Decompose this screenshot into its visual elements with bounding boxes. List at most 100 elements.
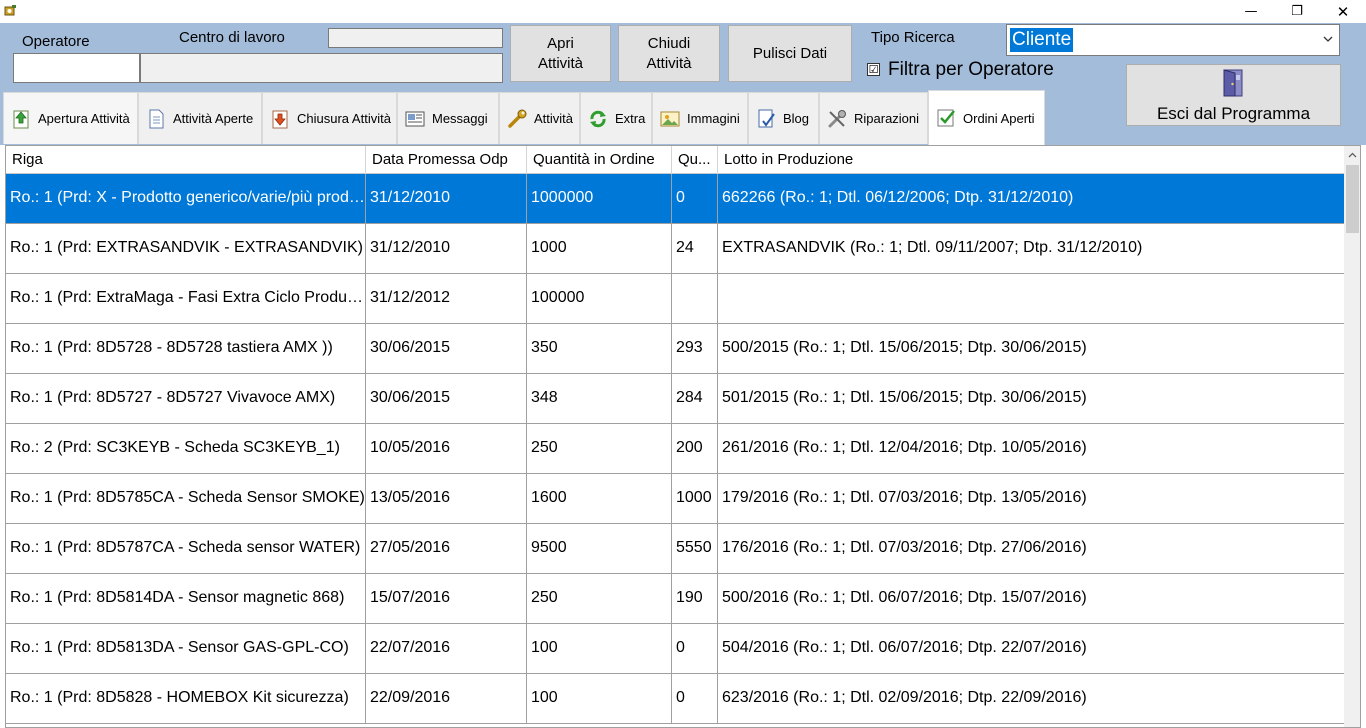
cell-lotto: 179/2016 (Ro.: 1; Dtl. 07/03/2016; Dtp. … [722, 489, 1087, 506]
apri-line1: Apri [547, 34, 574, 52]
column-header-riga[interactable]: Riga [6, 146, 366, 174]
table-row[interactable]: Ro.: 1 (Prd: ExtraMaga - Fasi Extra Cicl… [6, 274, 1344, 324]
table-row[interactable]: Ro.: 1 (Prd: 8D5728 - 8D5728 tastiera AM… [6, 324, 1344, 374]
cell-quantita: 0 [672, 674, 718, 724]
tab-attivita[interactable]: Attività [499, 92, 580, 144]
cell-lotto: 504/2016 (Ro.: 1; Dtl. 06/07/2016; Dtp. … [722, 639, 1087, 656]
cell-quantita-ordine: 100 [527, 624, 672, 674]
cell-data: 30/06/2015 [366, 324, 527, 374]
table-row[interactable]: Ro.: 1 (Prd: 8D5814DA - Sensor magnetic … [6, 574, 1344, 624]
tab-attivita-aperte[interactable]: Attività Aperte [138, 92, 262, 144]
grid-body: Ro.: 1 (Prd: X - Prodotto generico/varie… [6, 174, 1344, 724]
message-icon [405, 111, 425, 126]
cell-quantita-ordine: 9500 [527, 524, 672, 574]
chiudi-attivita-button[interactable]: Chiudi Attività [618, 25, 720, 82]
table-row[interactable]: Ro.: 1 (Prd: 8D5813DA - Sensor GAS-GPL-C… [6, 624, 1344, 674]
centro-label: Centro di lavoro [179, 29, 285, 46]
chiudi-line2: Attività [646, 54, 692, 72]
scroll-up-button[interactable] [1344, 146, 1360, 163]
tab-apertura-attivita[interactable]: Apertura Attività [3, 92, 138, 144]
tab-label: Extra [615, 111, 646, 126]
exit-program-button[interactable]: Esci dal Programma [1126, 64, 1341, 126]
tab-label: Immagini [687, 111, 740, 126]
cell-riga: Ro.: 1 (Prd: 8D5813DA - Sensor GAS-GPL-C… [6, 624, 366, 674]
cell-quantita: 190 [672, 574, 718, 624]
tab-label: Riparazioni [854, 111, 920, 126]
cell-quantita-ordine: 1000 [527, 224, 672, 274]
cell-riga: Ro.: 1 (Prd: 8D5787CA - Scheda sensor WA… [6, 524, 366, 574]
table-row[interactable]: Ro.: 1 (Prd: 8D5727 - 8D5727 Vivavoce AM… [6, 374, 1344, 424]
document-icon [149, 109, 164, 128]
tab-messaggi[interactable]: Messaggi [397, 92, 499, 144]
apri-line2: Attività [537, 54, 583, 72]
cell-riga: Ro.: 1 (Prd: ExtraMaga - Fasi Extra Cicl… [6, 274, 366, 324]
vertical-scrollbar[interactable] [1344, 146, 1360, 727]
cell-lotto: 501/2015 (Ro.: 1; Dtl. 15/06/2015; Dtp. … [722, 389, 1087, 406]
scrollbar-thumb[interactable] [1346, 165, 1359, 233]
cell-quantita: 5550 [672, 524, 718, 574]
table-row[interactable]: Ro.: 1 (Prd: 8D5787CA - Scheda sensor WA… [6, 524, 1344, 574]
cell-data: 10/05/2016 [366, 424, 527, 474]
pulisci-dati-button[interactable]: Pulisci Dati [728, 25, 852, 82]
column-header-quantita[interactable]: Qu... [672, 146, 718, 174]
table-row[interactable]: Ro.: 1 (Prd: 8D5785CA - Scheda Sensor SM… [6, 474, 1344, 524]
cell-lotto: 623/2016 (Ro.: 1; Dtl. 02/09/2016; Dtp. … [722, 689, 1087, 706]
cell-lotto: EXTRASANDVIK (Ro.: 1; Dtl. 09/11/2007; D… [722, 239, 1143, 256]
tab-label: Messaggi [432, 111, 488, 126]
tab-chiusura-attivita[interactable]: Chiusura Attività [262, 92, 397, 144]
exit-door-icon [1223, 69, 1243, 97]
cell-data: 31/12/2012 [366, 274, 527, 324]
minimize-button[interactable]: — [1228, 0, 1274, 23]
close-button[interactable]: ✕ [1320, 0, 1366, 23]
cell-lotto: 500/2015 (Ro.: 1; Dtl. 15/06/2015; Dtp. … [722, 339, 1087, 356]
cell-data: 22/07/2016 [366, 624, 527, 674]
cell-quantita: 1000 [672, 474, 718, 524]
tools-icon [828, 109, 846, 127]
tipo-ricerca-label: Tipo Ricerca [871, 29, 955, 46]
exit-program-label: Esci dal Programma [1156, 104, 1311, 123]
tab-blog[interactable]: Blog [748, 92, 819, 144]
cell-data: 30/06/2015 [366, 374, 527, 424]
table-row[interactable]: Ro.: 2 (Prd: SC3KEYB - Scheda SC3KEYB_1)… [6, 424, 1344, 474]
chevron-up-icon [1348, 152, 1357, 157]
app-icon [4, 5, 16, 16]
maximize-button[interactable]: ❐ [1274, 0, 1320, 23]
cell-quantita: 24 [672, 224, 718, 274]
cell-lotto [718, 274, 1344, 324]
apri-attivita-button[interactable]: Apri Attività [510, 25, 611, 82]
ordini-aperti-grid[interactable]: Riga Data Promessa Odp Quantità in Ordin… [5, 145, 1361, 728]
tab-immagini[interactable]: Immagini [652, 92, 748, 144]
chevron-down-icon [1323, 36, 1333, 42]
cell-riga: Ro.: 1 (Prd: 8D5828 - HOMEBOX Kit sicure… [6, 674, 366, 724]
operatore-input[interactable] [13, 53, 140, 83]
cell-quantita-ordine: 100 [527, 674, 672, 724]
table-row[interactable]: Ro.: 1 (Prd: 8D5828 - HOMEBOX Kit sicure… [6, 674, 1344, 724]
centro-code-input[interactable] [328, 28, 503, 48]
table-row[interactable]: Ro.: 1 (Prd: EXTRASANDVIK - EXTRASANDVIK… [6, 224, 1344, 274]
cell-quantita: 293 [672, 324, 718, 374]
operatore-label: Operatore [22, 33, 90, 50]
cell-lotto: 500/2016 (Ro.: 1; Dtl. 06/07/2016; Dtp. … [722, 589, 1087, 606]
cell-data: 15/07/2016 [366, 574, 527, 624]
centro-description-input[interactable] [140, 53, 503, 83]
tab-extra[interactable]: Extra [580, 92, 652, 144]
tab-ordini-aperti[interactable]: Ordini Aperti [928, 90, 1045, 145]
cell-data: 31/12/2010 [366, 224, 527, 274]
column-header-data-promessa[interactable]: Data Promessa Odp [366, 146, 527, 174]
tab-riparazioni[interactable]: Riparazioni [819, 92, 928, 144]
cell-riga: Ro.: 2 (Prd: SC3KEYB - Scheda SC3KEYB_1) [6, 424, 366, 474]
tipo-ricerca-select[interactable]: Cliente [1006, 24, 1340, 56]
cell-riga: Ro.: 1 (Prd: 8D5814DA - Sensor magnetic … [6, 574, 366, 624]
cell-riga: Ro.: 1 (Prd: 8D5728 - 8D5728 tastiera AM… [6, 324, 366, 374]
cell-data: 31/12/2010 [366, 174, 527, 224]
cell-riga: Ro.: 1 (Prd: 8D5785CA - Scheda Sensor SM… [6, 474, 366, 524]
cell-riga: Ro.: 1 (Prd: EXTRASANDVIK - EXTRASANDVIK… [6, 224, 366, 274]
tab-label: Blog [783, 111, 810, 126]
filtra-operatore-checkbox[interactable]: ☑ [867, 63, 880, 76]
cell-lotto: 662266 (Ro.: 1; Dtl. 06/12/2006; Dtp. 31… [722, 189, 1074, 206]
column-header-quantita-ordine[interactable]: Quantità in Ordine [527, 146, 672, 174]
tab-label: Attività [534, 111, 574, 126]
column-header-lotto[interactable]: Lotto in Produzione [718, 146, 1344, 174]
cell-quantita: 284 [672, 374, 718, 424]
table-row[interactable]: Ro.: 1 (Prd: X - Prodotto generico/varie… [6, 174, 1344, 224]
